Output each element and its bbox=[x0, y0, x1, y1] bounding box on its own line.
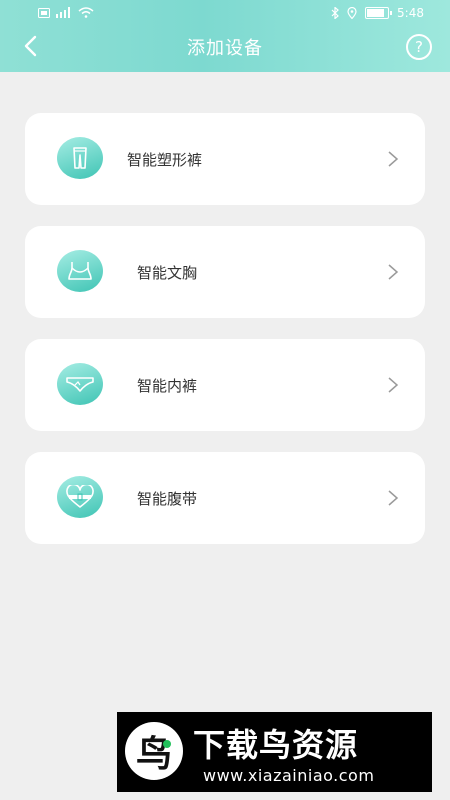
battery-icon bbox=[365, 7, 393, 19]
bra-icon bbox=[57, 250, 103, 292]
underwear-icon bbox=[57, 363, 103, 405]
watermark-banner: 鸟 下载鸟资源 www.xiazainiao.com bbox=[117, 712, 432, 792]
sim-card-icon bbox=[38, 7, 50, 18]
help-button[interactable]: ? bbox=[406, 34, 432, 60]
wifi-icon bbox=[78, 7, 94, 18]
chevron-right-icon bbox=[388, 377, 399, 393]
status-bar: 5:48 bbox=[0, 0, 450, 26]
device-card-underwear[interactable]: 智能内裤 bbox=[25, 339, 425, 431]
chevron-right-icon bbox=[388, 264, 399, 280]
page-title: 添加设备 bbox=[187, 38, 263, 59]
shaping-pants-icon bbox=[57, 137, 103, 179]
signal-icon bbox=[56, 7, 70, 18]
location-icon bbox=[347, 7, 357, 19]
device-card-shaping-pants[interactable]: 智能塑形裤 bbox=[25, 113, 425, 205]
device-label: 智能塑形裤 bbox=[127, 151, 203, 169]
help-icon: ? bbox=[415, 38, 423, 56]
device-label: 智能文胸 bbox=[137, 264, 198, 282]
device-label: 智能内裤 bbox=[137, 377, 198, 395]
chevron-right-icon bbox=[388, 490, 399, 506]
chevron-right-icon bbox=[388, 151, 399, 167]
header-bar: 5:48 添加设备 ? bbox=[0, 0, 450, 72]
watermark-title: 下载鸟资源 bbox=[193, 726, 359, 764]
belly-band-icon bbox=[57, 476, 103, 518]
device-card-belly-band[interactable]: 智能腹带 bbox=[25, 452, 425, 544]
bluetooth-icon bbox=[331, 7, 339, 19]
battery-level bbox=[367, 9, 385, 17]
logo-dot bbox=[163, 740, 171, 748]
device-label: 智能腹带 bbox=[137, 490, 198, 508]
status-time: 5:48 bbox=[397, 6, 424, 20]
watermark-logo-char: 鸟 bbox=[135, 734, 172, 775]
device-card-bra[interactable]: 智能文胸 bbox=[25, 226, 425, 318]
watermark-url: www.xiazainiao.com bbox=[203, 766, 375, 785]
watermark-logo: 鸟 bbox=[125, 722, 183, 780]
